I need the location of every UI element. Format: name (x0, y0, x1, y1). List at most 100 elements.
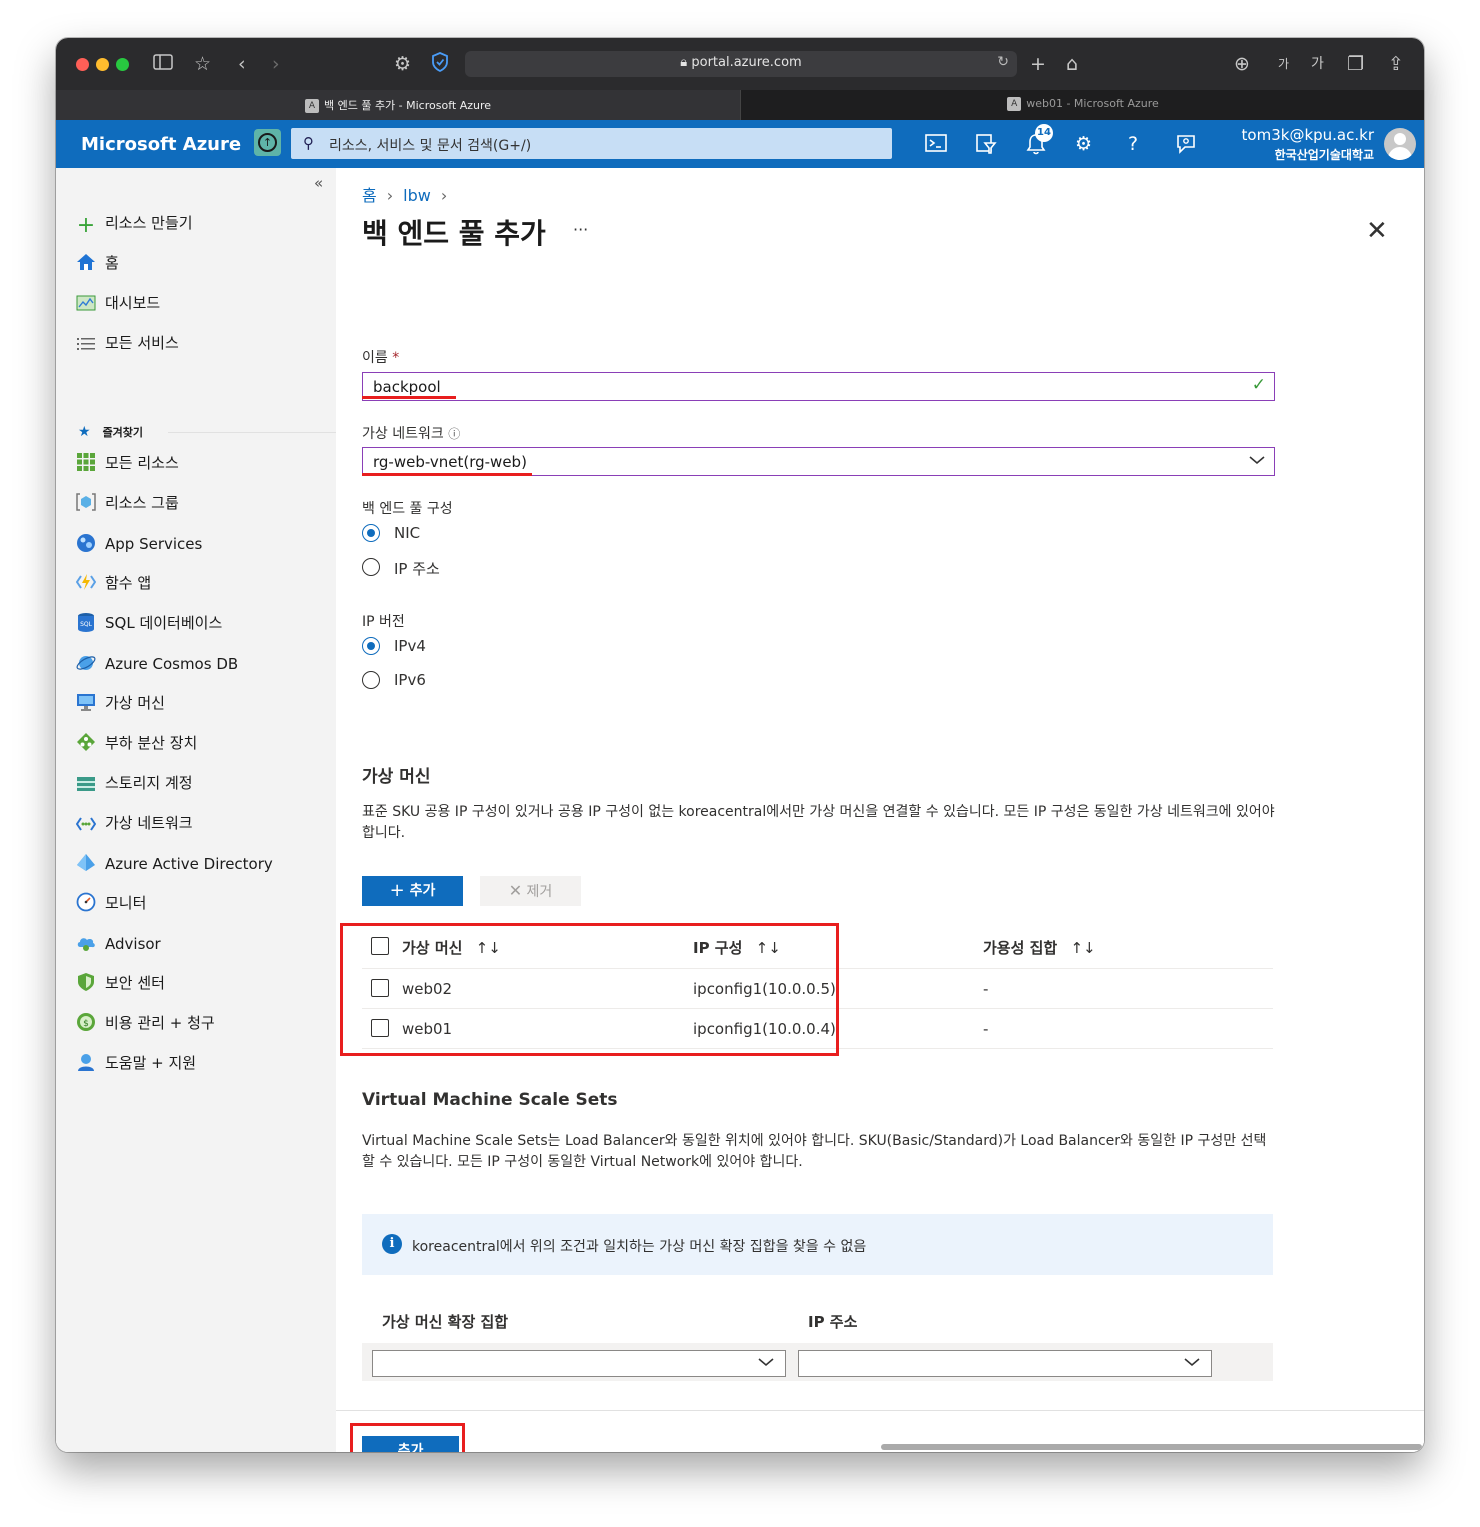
vmss-info-text: koreacentral에서 위의 조건과 일치하는 가상 머신 확장 집합을 … (412, 1239, 867, 1255)
collapse-nav-icon[interactable]: « (314, 174, 323, 192)
sidebar-item-storage-accounts[interactable]: 스토리지 계정 (76, 772, 193, 796)
sidebar-item-all-services[interactable]: 모든 서비스 (76, 332, 179, 356)
help-icon[interactable]: ? (1128, 133, 1138, 155)
radio-ipv4[interactable] (362, 637, 380, 655)
vnet-dropdown[interactable]: rg-web-vnet(rg-web) (362, 447, 1275, 476)
sidebar-item-monitor[interactable]: 모니터 (76, 892, 146, 913)
col-ip-address-header: IP 주소 (808, 1313, 858, 1331)
remove-vm-button[interactable]: ✕ 제거 (480, 876, 581, 906)
radio-ipv6-label[interactable]: IPv6 (394, 671, 426, 689)
page-title: 백 엔드 풀 추가 (362, 217, 546, 250)
vmss-dropdown[interactable] (372, 1350, 786, 1377)
address-bar[interactable]: 🔒︎ portal.azure.com ↻ (465, 51, 1017, 77)
col-vmss-header: 가상 머신 확장 집합 (382, 1313, 509, 1331)
sidebar-item-load-balancers[interactable]: 부하 분산 장치 (76, 732, 197, 753)
svg-text:SQL: SQL (80, 621, 93, 628)
favorites-header: ★ 즐겨찾기 (78, 424, 143, 440)
help-support-icon (76, 1052, 96, 1072)
download-icon[interactable]: ⊕ (1234, 52, 1250, 76)
privacy-shield-icon[interactable] (431, 52, 449, 78)
required-asterisk: * (392, 350, 400, 366)
sidebar-item-dashboard[interactable]: 대시보드 (76, 292, 160, 314)
sidebar-item-aad[interactable]: Azure Active Directory (76, 853, 273, 873)
back-icon[interactable]: ‹ (238, 52, 246, 76)
tab-overview-icon[interactable]: ❐ (1347, 52, 1364, 76)
sidebar-toggle-icon[interactable] (153, 52, 173, 76)
vnet-label: 가상 네트워크 ⓘ (362, 426, 461, 442)
radio-ip-address-label[interactable]: IP 주소 (394, 558, 440, 579)
bookmark-star-icon[interactable]: ☆ (194, 52, 211, 76)
notification-badge: 14 (1035, 124, 1053, 142)
breadcrumb-lbw[interactable]: lbw (403, 186, 431, 205)
portal-header: Microsoft Azure ↑ ⚲ 리소스, 서비스 및 문서 검색(G+/… (56, 120, 1424, 168)
sidebar-item-label: 가상 네트워크 (105, 814, 193, 832)
svg-text:$: $ (83, 1019, 89, 1029)
sidebar-item-home[interactable]: 홈 (76, 252, 119, 273)
red-box-annotation (350, 1423, 465, 1452)
home-icon[interactable]: ⌂ (1066, 52, 1078, 76)
brand-title[interactable]: Microsoft Azure (81, 134, 241, 155)
zoom-window-button[interactable] (116, 58, 129, 71)
radio-ipv4-label[interactable]: IPv4 (394, 637, 426, 655)
sidebar-item-all-resources[interactable]: 모든 리소스 (76, 452, 179, 473)
feedback-icon[interactable] (1175, 133, 1197, 160)
sidebar-item-resource-groups[interactable]: 리소스 그룹 (76, 492, 179, 513)
sidebar-item-cost-management[interactable]: $ 비용 관리 + 청구 (76, 1012, 215, 1033)
name-label: 이름 * (362, 350, 400, 366)
sidebar-item-advisor[interactable]: Advisor (76, 933, 161, 953)
sidebar-item-help-support[interactable]: 도움말 + 지원 (76, 1052, 196, 1073)
settings-gear-icon[interactable]: ⚙ (394, 52, 411, 76)
sidebar-item-label: SQL 데이터베이스 (105, 614, 223, 632)
reload-icon[interactable]: ↻ (997, 54, 1009, 70)
account-menu[interactable]: tom3k@kpu.ac.kr 한국산업기술대학교 (1242, 126, 1374, 163)
chevron-right-icon: › (440, 186, 448, 205)
add-vm-button[interactable]: + 추가 (362, 876, 463, 906)
col-avset-header[interactable]: 가용성 집합 ↑↓ (983, 937, 1096, 958)
tab-inactive[interactable]: Aweb01 - Microsoft Azure (740, 90, 1424, 120)
radio-ipv6[interactable] (362, 671, 380, 689)
upgrade-button[interactable]: ↑ (254, 129, 281, 156)
main-blade: 홈 › lbw › 백 엔드 풀 추가 ··· ✕ 이름 * backpool ✓ 가… (336, 168, 1424, 1452)
directory-filter-icon[interactable] (975, 133, 997, 160)
radio-nic[interactable] (362, 524, 380, 542)
forward-icon[interactable]: › (272, 52, 280, 76)
radio-nic-label[interactable]: NIC (394, 524, 420, 542)
search-icon: ⚲ (303, 134, 314, 152)
minimize-window-button[interactable] (96, 58, 109, 71)
sidebar-item-create-resource[interactable]: + 리소스 만들기 (76, 212, 193, 237)
settings-gear-icon[interactable]: ⚙ (1075, 133, 1092, 155)
vnet-icon (75, 816, 97, 836)
info-icon[interactable]: ⓘ (448, 427, 460, 441)
red-underline-annotation (362, 473, 532, 476)
sidebar-item-cosmos-db[interactable]: Azure Cosmos DB (76, 653, 238, 673)
sidebar-item-sql-databases[interactable]: SQL SQL 데이터베이스 (76, 612, 222, 633)
sidebar-item-label: 도움말 + 지원 (105, 1054, 197, 1072)
sidebar-item-function-apps[interactable]: 함수 앱 (75, 572, 151, 593)
sidebar-item-virtual-machines[interactable]: 가상 머신 (76, 692, 165, 713)
sidebar-item-label: 리소스 만들기 (105, 214, 193, 232)
radio-ip-address[interactable] (362, 558, 380, 576)
horizontal-scrollbar[interactable] (881, 1444, 1422, 1450)
x-icon: ✕ (508, 881, 523, 900)
cloud-shell-icon[interactable] (925, 133, 947, 158)
sidebar-item-app-services[interactable]: App Services (76, 533, 202, 553)
more-options-icon[interactable]: ··· (573, 220, 588, 239)
close-window-button[interactable] (76, 58, 89, 71)
ip-address-dropdown[interactable] (798, 1350, 1212, 1377)
breadcrumb-home[interactable]: 홈 (362, 186, 377, 205)
tab-active[interactable]: A 백 엔드 풀 추가 - Microsoft Azure (56, 90, 740, 120)
global-search-input[interactable]: ⚲ 리소스, 서비스 및 문서 검색(G+/) (291, 128, 892, 159)
sidebar-item-label: 모든 리소스 (105, 454, 179, 472)
shield-icon (76, 972, 96, 992)
text-larger-button[interactable]: 가 (1311, 52, 1324, 76)
new-tab-icon[interactable]: + (1030, 52, 1046, 76)
sidebar-item-virtual-networks[interactable]: 가상 네트워크 (75, 812, 193, 836)
text-smaller-button[interactable]: 가 (1278, 52, 1289, 76)
favorites-divider (168, 432, 336, 433)
name-input[interactable]: backpool ✓ (362, 372, 1275, 401)
user-email: tom3k@kpu.ac.kr (1241, 126, 1374, 144)
share-icon[interactable]: ⇪ (1388, 52, 1404, 76)
close-icon[interactable]: ✕ (1366, 216, 1388, 246)
avatar[interactable] (1384, 128, 1416, 160)
sidebar-item-security-center[interactable]: 보안 센터 (76, 972, 165, 993)
